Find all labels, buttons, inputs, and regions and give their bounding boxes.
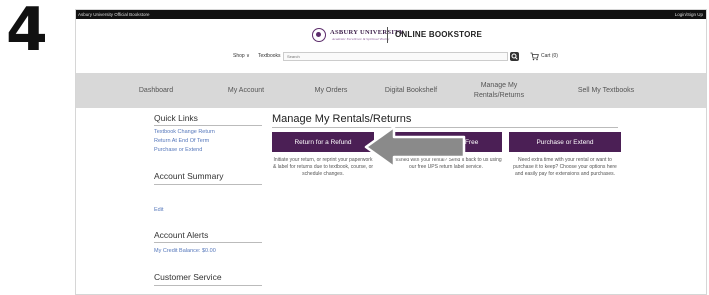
shop-search-row: Shop ∨ Textbooks Cart (0): [76, 51, 706, 63]
purchase-or-extend-description: Need extra time with your rental or want…: [513, 157, 617, 177]
quick-link-textbook-change-return[interactable]: Textbook Change Return: [154, 129, 215, 135]
account-summary-heading: Account Summary: [154, 171, 224, 181]
sidebar-divider: [154, 285, 262, 286]
textbooks-link[interactable]: Textbooks: [258, 53, 281, 59]
nav-my-orders[interactable]: My Orders: [291, 73, 371, 108]
return-for-refund-button[interactable]: Return for a Refund: [272, 132, 374, 152]
nav-sell-textbooks[interactable]: Sell My Textbooks: [556, 73, 656, 108]
search-input[interactable]: [283, 52, 508, 61]
quick-link-purchase-extend[interactable]: Purchase or Extend: [154, 147, 202, 153]
quick-links-heading: Quick Links: [154, 113, 198, 123]
top-bar: Asbury University Official Bookstore Log…: [76, 10, 706, 19]
nav-digital-bookshelf[interactable]: Digital Bookshelf: [366, 73, 456, 108]
return-for-refund-description: Initiate your return, or reprint your pa…: [272, 157, 374, 177]
edit-account-link[interactable]: Edit: [154, 207, 163, 213]
quick-link-return-end-of-term[interactable]: Return At End Of Term: [154, 138, 209, 144]
search-button[interactable]: [510, 52, 519, 61]
logo-header: ASBURY UNIVERSITY Academic Excellence & …: [76, 26, 706, 48]
step-number: 4: [6, 0, 48, 65]
pointer-arrow-icon: [364, 125, 466, 169]
cart-icon[interactable]: [530, 52, 539, 61]
browser-screenshot: Asbury University Official Bookstore Log…: [75, 9, 707, 295]
sidebar-divider: [154, 242, 262, 243]
shop-menu[interactable]: Shop ∨: [233, 53, 250, 59]
cart-link[interactable]: Cart (0): [541, 53, 558, 59]
university-seal-icon: [312, 28, 326, 42]
credit-balance-link[interactable]: My Credit Balance: $0.00: [154, 248, 216, 254]
sidebar-divider: [154, 125, 262, 126]
login-signup-link[interactable]: Login/Sign Up: [675, 10, 703, 19]
nav-my-account[interactable]: My Account: [206, 73, 286, 108]
sidebar-divider: [154, 184, 262, 185]
university-name: ASBURY UNIVERSITY: [330, 29, 404, 36]
purchase-or-extend-button[interactable]: Purchase or Extend: [509, 132, 621, 152]
main-nav: Dashboard My Account My Orders Digital B…: [76, 73, 706, 108]
nav-dashboard[interactable]: Dashboard: [116, 73, 196, 108]
store-name[interactable]: ONLINE BOOKSTORE: [395, 30, 482, 39]
logo-divider: [387, 27, 388, 43]
university-tagline: Academic Excellence & Spiritual Vitality: [332, 37, 390, 41]
account-alerts-heading: Account Alerts: [154, 230, 209, 240]
customer-service-heading: Customer Service: [154, 272, 222, 282]
nav-manage-rentals[interactable]: Manage My Rentals/Returns: [468, 73, 530, 108]
magnifier-icon: [511, 53, 518, 60]
store-official-label: Asbury University Official Bookstore: [78, 12, 150, 17]
